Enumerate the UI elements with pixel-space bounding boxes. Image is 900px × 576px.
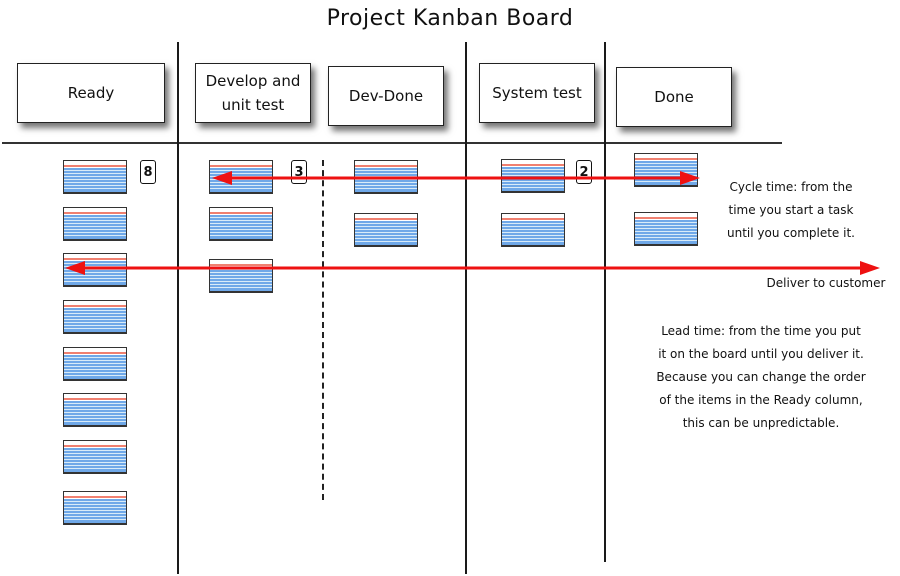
note-line: until you complete it. [727, 226, 855, 240]
arrowhead-left-icon [65, 261, 85, 275]
note-line: time you start a task [728, 203, 854, 217]
deliver-to-customer-label: Deliver to customer [766, 276, 886, 290]
note-line: it on the board until you deliver it. [658, 347, 864, 361]
arrowhead-left-icon [212, 171, 232, 185]
cycle-time-arrow [212, 171, 700, 185]
lead-time-note: Lead time: from the time you put it on t… [636, 320, 886, 435]
note-line: of the items in the Ready column, [659, 393, 863, 407]
note-line: Lead time: from the time you put [661, 324, 861, 338]
note-line: this can be unpredictable. [682, 416, 840, 430]
note-line: Cycle time: from the [729, 180, 853, 194]
arrowhead-right-icon [680, 171, 700, 185]
note-line: Because you can change the order [656, 370, 866, 384]
cycle-time-note: Cycle time: from the time you start a ta… [706, 176, 876, 245]
